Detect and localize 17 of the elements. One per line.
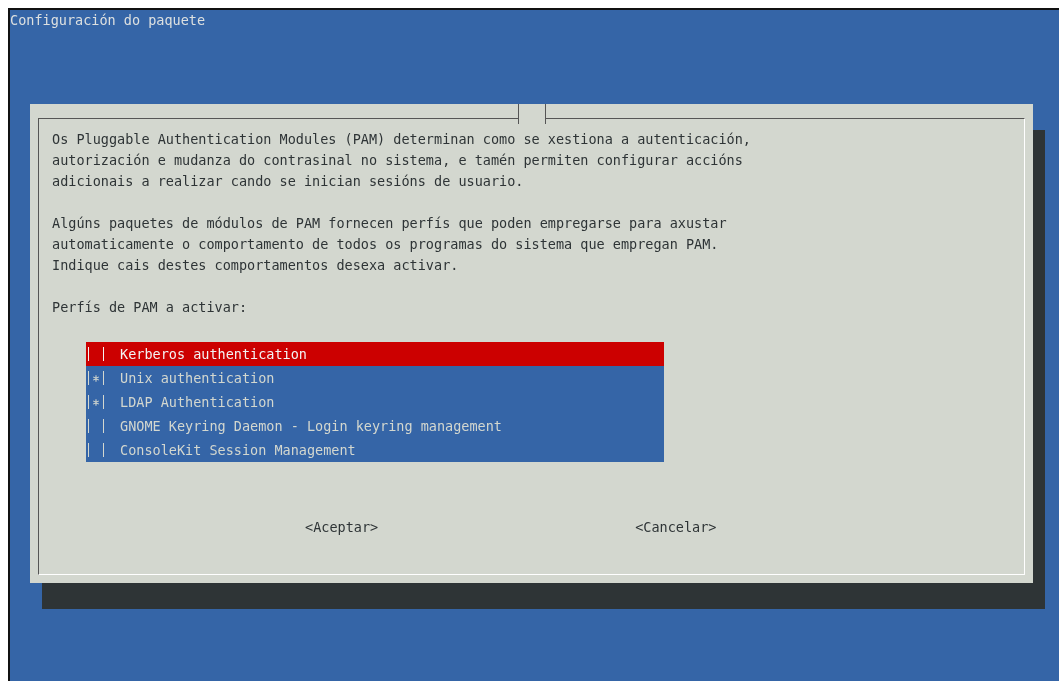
- list-item[interactable]: LDAP Authentication: [86, 390, 664, 414]
- checkbox[interactable]: [88, 419, 104, 433]
- asterisk-icon: [92, 397, 100, 407]
- checkbox[interactable]: [88, 443, 104, 457]
- checkbox[interactable]: [88, 395, 104, 409]
- description-paragraph: Os Pluggable Authentication Modules (PAM) determinan como se xestiona a autenticación, autorización e mudanza do contrasinal no sistema, e tamén permiten configurar accións adicionais a realizar cando se inician sesións de usuario.: [52, 130, 751, 191]
- list-item[interactable]: GNOME Keyring Daemon - Login keyring management: [86, 414, 664, 438]
- list-prompt: Perfís de PAM a activar:: [52, 298, 248, 317]
- asterisk-icon: [92, 373, 100, 383]
- list-item[interactable]: ConsoleKit Session Management: [86, 438, 664, 462]
- dialog-button[interactable]: <Cancelar>: [635, 519, 717, 535]
- dialog-button[interactable]: <Aceptar>: [305, 519, 379, 535]
- checkbox[interactable]: [88, 371, 104, 385]
- list-item[interactable]: Kerberos authentication: [86, 342, 664, 366]
- list-item[interactable]: Unix authentication: [86, 366, 664, 390]
- description-paragraph: Algúns paquetes de módulos de PAM fornecen perfís que poden empregarse para axustar automaticamente o comportamento de todos os programas do sistema que empregan PAM. Indique cais destes comportamentos desexa activar.: [52, 214, 727, 275]
- screen-title: Configuración do paquete: [10, 11, 206, 30]
